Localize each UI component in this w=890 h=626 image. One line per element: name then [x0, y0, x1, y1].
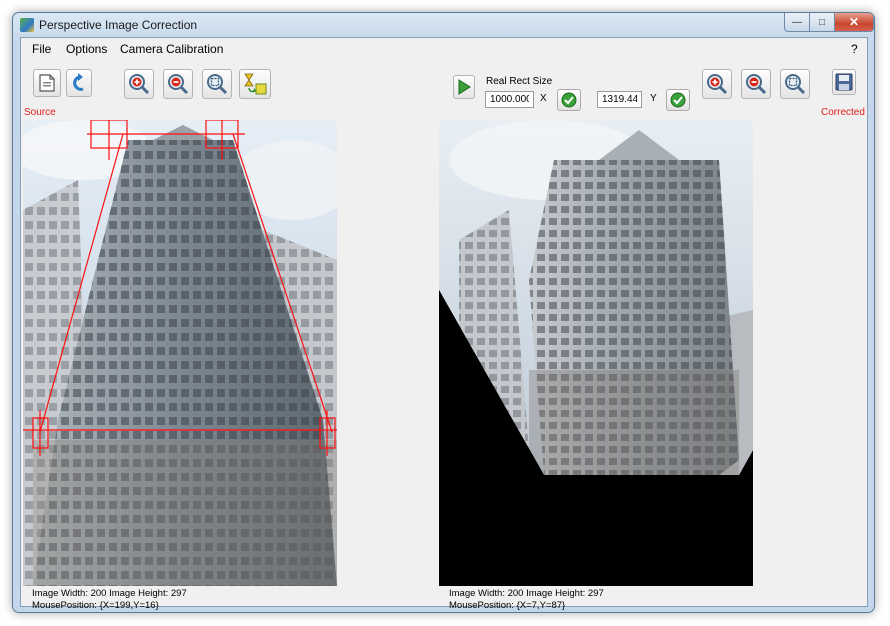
confirm-x-button[interactable]	[557, 89, 581, 111]
source-dimensions: Image Width: 200 Image Height: 297	[32, 588, 187, 599]
source-zoom-in-button[interactable]	[124, 69, 154, 99]
close-icon: ✕	[848, 15, 860, 29]
x-label: X	[540, 93, 547, 104]
zoom-in-icon	[129, 74, 150, 95]
play-icon	[458, 79, 471, 95]
corrected-zoom-out-button[interactable]	[741, 69, 771, 99]
app-window: Perspective Image Correction — □ ✕ File …	[12, 12, 875, 613]
open-source-button[interactable]	[33, 69, 61, 97]
rotate-button[interactable]	[66, 69, 92, 97]
transform-icon	[244, 73, 267, 95]
zoom-out-icon	[168, 74, 189, 95]
title-bar[interactable]: Perspective Image Correction — □ ✕	[13, 13, 874, 37]
source-zoom-out-button[interactable]	[163, 69, 193, 99]
menu-options[interactable]: Options	[66, 42, 107, 56]
corrected-image	[439, 120, 753, 586]
corrected-image-panel[interactable]	[439, 120, 753, 586]
minimize-icon: —	[792, 16, 802, 28]
menu-bar: File Options Camera Calibration ?	[21, 38, 867, 59]
rotate-icon	[73, 73, 84, 91]
app-icon	[20, 18, 34, 32]
source-zoom-fit-button[interactable]	[202, 69, 232, 99]
confirm-icon	[561, 92, 577, 108]
open-file-icon	[39, 74, 55, 92]
zoom-fit-icon	[207, 74, 228, 95]
source-image	[23, 120, 337, 586]
source-mouse-position: MousePosition: {X=199,Y=16}	[32, 600, 159, 611]
close-button[interactable]: ✕	[834, 13, 874, 32]
corrected-mouse-position: MousePosition: {X=7,Y=87}	[449, 600, 566, 611]
minimize-button[interactable]: —	[784, 13, 810, 32]
y-label: Y	[650, 93, 657, 104]
corrected-zoom-in-button[interactable]	[702, 69, 732, 99]
menu-camera-calibration[interactable]: Camera Calibration	[120, 42, 223, 56]
transform-button[interactable]	[239, 69, 271, 99]
source-info: Image Width: 200 Image Height: 297 Mouse…	[32, 588, 187, 612]
save-corrected-button[interactable]	[832, 69, 856, 95]
source-image-panel[interactable]	[23, 120, 337, 586]
menu-help[interactable]: ?	[851, 42, 858, 56]
apply-correction-button[interactable]	[453, 75, 475, 99]
maximize-button[interactable]: □	[809, 13, 835, 32]
window-title: Perspective Image Correction	[39, 18, 198, 32]
save-icon	[835, 73, 853, 91]
client-area: File Options Camera Calibration ? Source…	[20, 37, 868, 611]
corrected-label: Corrected	[821, 107, 865, 118]
corrected-dimensions: Image Width: 200 Image Height: 297	[449, 588, 604, 599]
rect-y-input[interactable]	[597, 91, 642, 108]
confirm-icon	[670, 92, 686, 108]
menu-file[interactable]: File	[32, 42, 51, 56]
source-label: Source	[24, 107, 56, 118]
corrected-info: Image Width: 200 Image Height: 297 Mouse…	[449, 588, 604, 612]
corrected-zoom-fit-button[interactable]	[780, 69, 810, 99]
confirm-y-button[interactable]	[666, 89, 690, 111]
maximize-icon: □	[818, 16, 826, 28]
real-rect-size-label: Real Rect Size	[486, 76, 553, 87]
zoom-in-icon	[707, 74, 728, 95]
zoom-fit-icon	[785, 74, 806, 95]
rect-x-input[interactable]	[485, 91, 534, 108]
zoom-out-icon	[746, 74, 767, 95]
